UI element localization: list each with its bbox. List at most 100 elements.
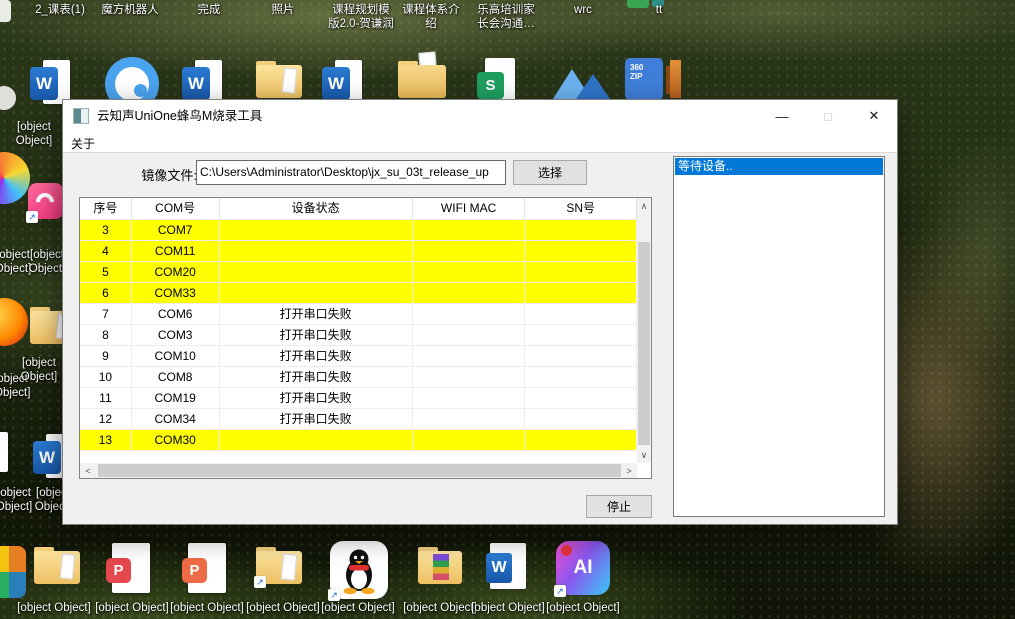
wdoc2-icon: W xyxy=(486,543,526,589)
cell-com: COM34 xyxy=(132,409,220,429)
cell-no: 6 xyxy=(80,283,132,303)
desktop-icon-label[interactable]: [object Object] xyxy=(241,601,325,615)
cell-mac xyxy=(413,367,526,387)
cell-status: 打开串口失败 xyxy=(220,367,413,387)
cell-sn xyxy=(525,283,637,303)
cell-status xyxy=(220,241,413,261)
column-header[interactable]: 序号 xyxy=(80,198,132,219)
scroll-up-icon[interactable]: ∧ xyxy=(637,198,651,214)
pgsliver-icon xyxy=(0,432,8,472)
cell-no: 12 xyxy=(80,409,132,429)
device-table-body: 3COM74COM115COM206COM337COM6打开串口失败8COM3打… xyxy=(80,220,637,463)
cell-status xyxy=(220,430,413,450)
cell-sn xyxy=(525,388,637,408)
cell-status: 打开串口失败 xyxy=(220,325,413,345)
image-file-path: C:\Users\Administrator\Desktop\jx_su_03t… xyxy=(200,165,489,179)
table-row[interactable]: 8COM3打开串口失败 xyxy=(80,325,637,346)
column-header[interactable]: WIFI MAC xyxy=(413,198,526,219)
table-row[interactable]: 4COM11 xyxy=(80,241,637,262)
table-row[interactable]: 6COM33 xyxy=(80,283,637,304)
desktop-icon-label[interactable]: [object Object] xyxy=(316,601,400,615)
table-row[interactable]: 12COM34打开串口失败 xyxy=(80,409,637,430)
minimize-button[interactable]: — xyxy=(759,100,805,132)
menu-about[interactable]: 关于 xyxy=(63,132,102,152)
cell-no: 11 xyxy=(80,388,132,408)
table-row[interactable]: 3COM7 xyxy=(80,220,637,241)
table-row[interactable]: 9COM10打开串口失败 xyxy=(80,346,637,367)
cell-sn xyxy=(525,367,637,387)
scroll-right-icon[interactable]: > xyxy=(621,463,637,478)
select-button[interactable]: 选择 xyxy=(513,160,587,185)
cell-sn xyxy=(525,304,637,324)
table-row[interactable]: 11COM19打开串口失败 xyxy=(80,388,637,409)
pdocOrange-icon: P xyxy=(182,543,226,593)
cell-sn xyxy=(525,262,637,282)
cell-sn xyxy=(525,241,637,261)
vertical-scrollbar[interactable]: ∧ ∨ xyxy=(637,198,651,463)
cell-no: 4 xyxy=(80,241,132,261)
desktop-icon-label[interactable]: [object Object] xyxy=(90,601,174,615)
image-file-input[interactable]: C:\Users\Administrator\Desktop\jx_su_03t… xyxy=(196,160,506,185)
desktop-icon-label[interactable]: [object Object] xyxy=(3,120,65,148)
folder-icon xyxy=(256,60,302,100)
titlebar[interactable]: 云知声UniOne蜂鸟M烧录工具 — □ ✕ xyxy=(63,100,897,132)
cell-status xyxy=(220,220,413,240)
table-row[interactable]: 10COM8打开串口失败 xyxy=(80,367,637,388)
desktop-icon-label[interactable]: [object Object] xyxy=(165,601,249,615)
desktop: 2_课表(1)魔方机器人完成照片课程规划模 版2.0-贺谦润课程体系介 绍乐高培… xyxy=(0,0,1015,619)
cell-mac xyxy=(413,325,526,345)
desktop-icon-label[interactable]: [object Object] xyxy=(10,356,68,384)
window-title: 云知声UniOne蜂鸟M烧录工具 xyxy=(97,100,262,132)
column-header[interactable]: COM号 xyxy=(132,198,220,219)
desktop-icon-label[interactable]: [object Object] xyxy=(466,601,550,615)
scroll-left-icon[interactable]: < xyxy=(80,463,96,478)
table-row[interactable]: 13COM30 xyxy=(80,430,637,451)
column-header[interactable]: SN号 xyxy=(525,198,637,219)
desktop-icon-label[interactable]: [object Object] xyxy=(12,601,96,615)
partial-circle-icon xyxy=(0,86,16,110)
desktop-icon-label[interactable]: tt xyxy=(614,3,704,17)
cell-no: 3 xyxy=(80,220,132,240)
stop-button[interactable]: 停止 xyxy=(586,495,652,518)
cell-mac xyxy=(413,388,526,408)
cell-no: 9 xyxy=(80,346,132,366)
cell-com: COM3 xyxy=(132,325,220,345)
horizontal-scroll-thumb[interactable] xyxy=(98,464,621,477)
cell-no: 8 xyxy=(80,325,132,345)
maximize-button[interactable]: □ xyxy=(805,100,851,132)
close-button[interactable]: ✕ xyxy=(851,100,897,132)
cell-no: 13 xyxy=(80,430,132,450)
zip360-icon: 360 ZIP xyxy=(625,56,683,102)
cell-com: COM10 xyxy=(132,346,220,366)
table-row[interactable]: 5COM20 xyxy=(80,262,637,283)
cell-no: 5 xyxy=(80,262,132,282)
desktop-icon-label[interactable]: 魔方机器人 xyxy=(85,3,175,17)
cell-mac xyxy=(413,346,526,366)
desktop-icon-label[interactable]: 照片 xyxy=(238,3,328,17)
folderTall-icon xyxy=(398,58,446,100)
scroll-down-icon[interactable]: ∨ xyxy=(637,447,651,463)
burn-tool-window: 云知声UniOne蜂鸟M烧录工具 — □ ✕ 关于 镜像文件: C:\Users… xyxy=(62,99,898,525)
cell-com: COM11 xyxy=(132,241,220,261)
cell-no: 7 xyxy=(80,304,132,324)
folder-icon xyxy=(34,546,80,586)
column-header[interactable]: 设备状态 xyxy=(220,198,413,219)
cell-com: COM33 xyxy=(132,283,220,303)
cell-sn xyxy=(525,346,637,366)
horizontal-scrollbar[interactable]: < > xyxy=(80,463,637,478)
desktop-icon-label[interactable]: [object Object] xyxy=(541,601,625,615)
status-item-selected[interactable]: 等待设备.. xyxy=(675,158,883,175)
cell-status: 打开串口失败 xyxy=(220,409,413,429)
cell-status: 打开串口失败 xyxy=(220,304,413,324)
cell-mac xyxy=(413,283,526,303)
vertical-scroll-thumb[interactable] xyxy=(638,242,650,445)
cell-sn xyxy=(525,409,637,429)
device-table: 序号COM号设备状态WIFI MACSN号 3COM74COM115COM206… xyxy=(79,197,652,479)
cell-mac xyxy=(413,430,526,450)
menu-bar: 关于 xyxy=(63,132,897,153)
status-listbox[interactable]: 等待设备.. xyxy=(673,156,885,517)
table-row[interactable]: 7COM6打开串口失败 xyxy=(80,304,637,325)
cell-com: COM19 xyxy=(132,388,220,408)
cell-mac xyxy=(413,220,526,240)
pdocRed-icon: P xyxy=(106,543,150,593)
